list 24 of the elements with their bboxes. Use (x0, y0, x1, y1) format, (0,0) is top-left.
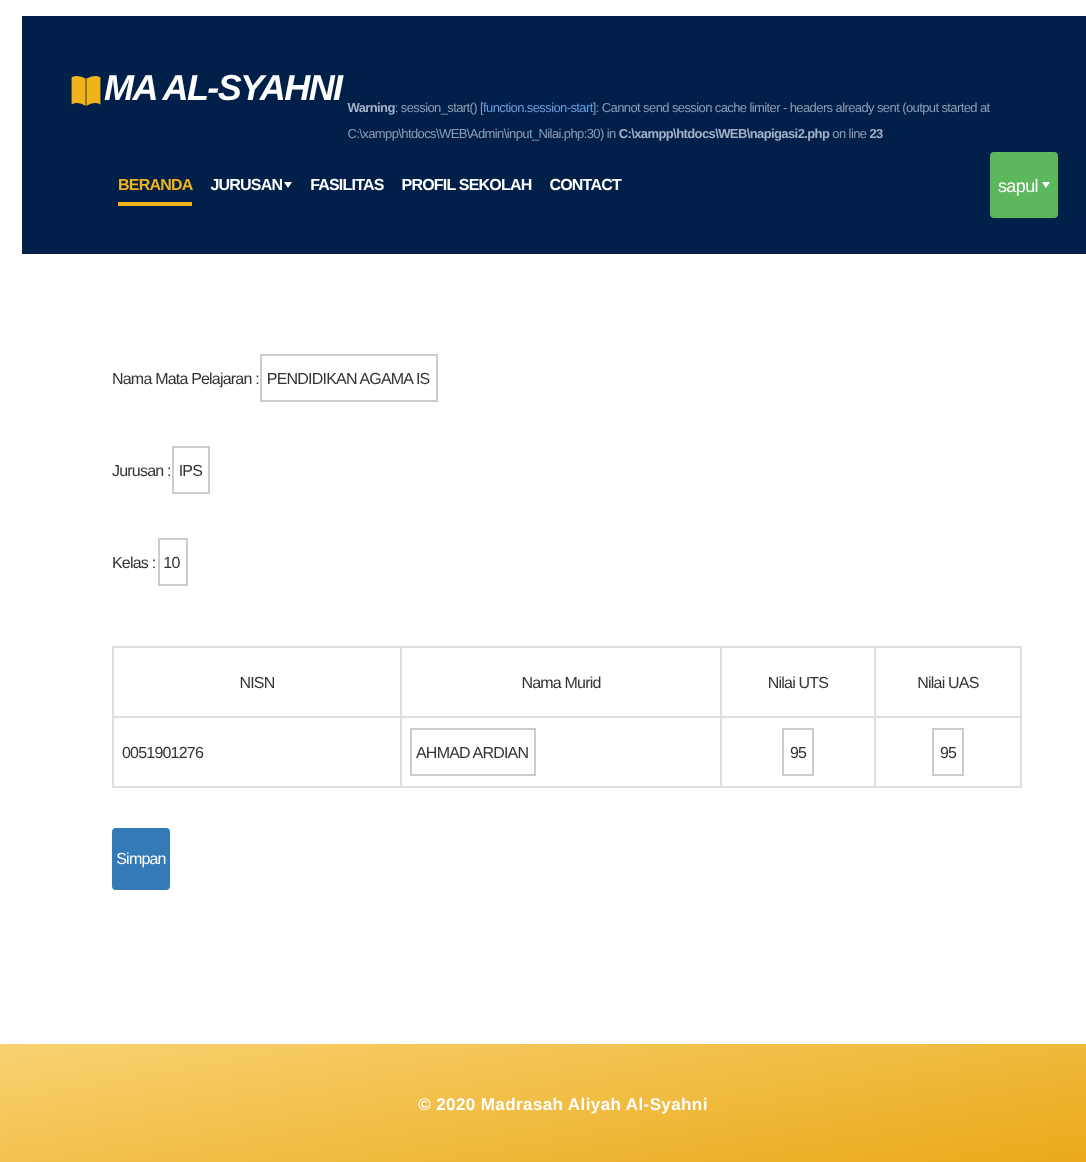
nav-link[interactable]: PROFIL SEKOLAH (401, 164, 532, 206)
footer-text: © 2020 Madrasah Aliyah Al-Syahni (418, 1093, 708, 1113)
input-field[interactable]: 10 (157, 538, 188, 586)
table-cell: 0051901276 (113, 717, 401, 787)
field-label: Nama Mata Pelajaran : (112, 369, 259, 387)
input-field[interactable]: IPS (172, 446, 211, 494)
column-header: Nama Murid (401, 647, 721, 717)
nav-link[interactable]: CONTACT (549, 164, 621, 206)
field-label: Kelas : (112, 553, 156, 571)
caret-icon (1042, 182, 1050, 188)
brand-logo[interactable]: MA AL-SYAHNI (104, 68, 342, 110)
column-header: Nilai UTS (721, 647, 875, 717)
input-field[interactable]: 95 (931, 728, 965, 776)
column-header: NISN (113, 647, 401, 717)
input-field[interactable]: AHMAD ARDIAN (410, 728, 537, 776)
input-field[interactable]: 95 (781, 728, 815, 776)
field-label: Jurusan : (112, 461, 171, 479)
nav-link[interactable]: BERANDA (118, 164, 193, 206)
nav-link[interactable]: JURUSAN (210, 164, 293, 206)
nav-link[interactable]: FASILITAS (310, 164, 384, 206)
save-button[interactable]: Simpan (112, 828, 170, 890)
book-icon (70, 71, 102, 107)
column-header: Nilai UAS (875, 647, 1021, 717)
input-field[interactable]: PENDIDIKAN AGAMA IS (260, 354, 438, 402)
